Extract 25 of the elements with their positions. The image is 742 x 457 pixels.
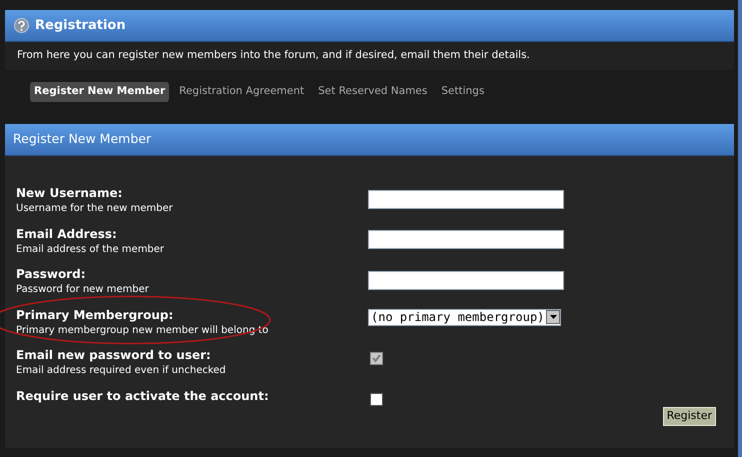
- tab[interactable]: Register New Member: [30, 82, 170, 102]
- field-hint: Email address of the member: [16, 242, 166, 256]
- register-button[interactable]: Register: [662, 407, 716, 426]
- tab[interactable]: Settings: [437, 82, 488, 102]
- field-hint: Password for new member: [16, 283, 150, 297]
- section-title: Register New Member: [13, 130, 152, 148]
- input-field[interactable]: [368, 230, 564, 249]
- description-text: From here you can register new members into the forum, and if desired, email them their details.: [17, 48, 530, 64]
- field-label: Email new password to user:: [16, 347, 212, 364]
- field-hint: Email address required even if unchecked: [16, 364, 227, 378]
- caret-icon: [546, 310, 560, 324]
- panel-title: Registration: [35, 16, 126, 35]
- field-label: Email Address:: [16, 226, 118, 242]
- field-label: New Username:: [16, 185, 124, 202]
- field-label: Primary Membergroup:: [16, 306, 174, 324]
- tab[interactable]: Set Reserved Names: [314, 82, 432, 102]
- help-icon: [14, 18, 29, 33]
- field-label: Require user to activate the account:: [16, 388, 270, 404]
- field-hint: Username for the new member: [16, 202, 174, 216]
- input-field[interactable]: [368, 270, 564, 290]
- membergroup-dropdown[interactable]: (no primary membergroup): [368, 308, 562, 326]
- input-field[interactable]: [368, 190, 564, 208]
- checkbox[interactable]: [370, 392, 383, 406]
- tab[interactable]: Registration Agreement: [175, 82, 308, 102]
- field-label: Password:: [16, 266, 86, 283]
